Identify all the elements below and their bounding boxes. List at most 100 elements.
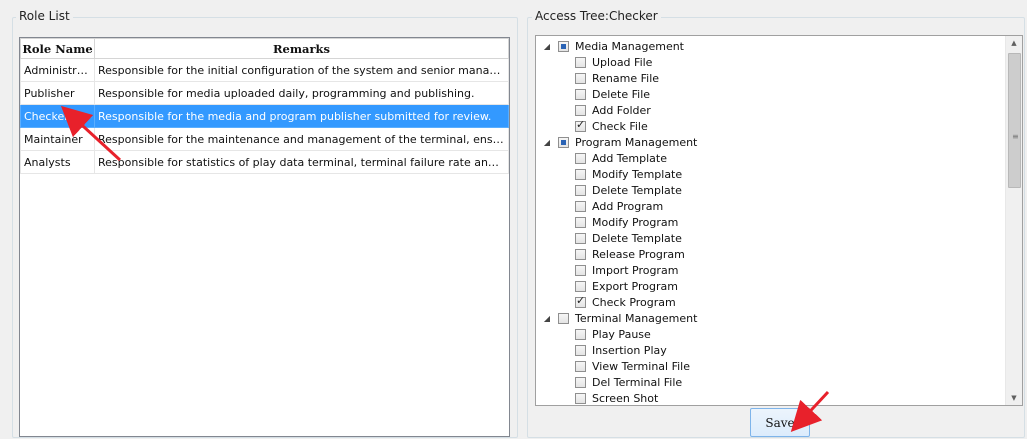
permission-checkbox[interactable] [575, 376, 586, 388]
permission-checkbox[interactable] [575, 56, 586, 68]
permission-checkbox[interactable] [575, 264, 586, 276]
tree-item-label: Del Terminal File [592, 375, 683, 389]
role-name-cell: Maintainer [20, 127, 95, 151]
tree-item-label: Delete Template [592, 231, 682, 245]
scroll-down-arrow-icon[interactable]: ▼ [1006, 391, 1022, 405]
tree-item-node[interactable]: Modify Template [575, 166, 682, 182]
tree-item-node[interactable]: Delete Template [575, 182, 682, 198]
tree-item-node[interactable]: Export Program [575, 278, 678, 294]
tree-group-label: Media Management [575, 39, 684, 53]
tree-item-node[interactable]: Release Program [575, 246, 685, 262]
tree-item-label: Modify Program [592, 215, 679, 229]
permission-checkbox[interactable] [575, 294, 586, 308]
tree-item-label: Export Program [592, 279, 678, 293]
permission-checkbox[interactable] [575, 72, 586, 84]
tree-item-label: Rename File [592, 71, 660, 85]
remarks-cell: Responsible for statistics of play data … [94, 150, 509, 174]
group-checkbox[interactable] [558, 40, 569, 52]
tree-group-label: Terminal Management [575, 311, 698, 325]
tree-item-node[interactable]: Check File [575, 118, 648, 134]
permission-checkbox[interactable] [575, 216, 586, 228]
tree-group-label: Program Management [575, 135, 698, 149]
permission-checkbox[interactable] [575, 344, 586, 356]
scroll-thumb[interactable]: ≡ [1008, 53, 1021, 188]
permission-checkbox[interactable] [575, 118, 586, 132]
permission-checkbox[interactable] [575, 184, 586, 196]
tree-item-node[interactable]: Delete File [575, 86, 650, 102]
tree-item-label: Add Template [592, 151, 667, 165]
tree-item-node[interactable]: Import Program [575, 262, 678, 278]
tree-group-node[interactable]: ◢ Program Management [542, 134, 697, 150]
tree-item-label: Add Program [592, 199, 664, 213]
tree-item-node[interactable]: Rename File [575, 70, 659, 86]
table-row[interactable]: Administrator Responsible for the initial… [20, 58, 509, 82]
tree-item-node[interactable]: Upload File [575, 54, 652, 70]
tree-item-node[interactable]: Add Template [575, 150, 667, 166]
tree-scrollbar[interactable]: ▲ ≡ ▼ [1005, 36, 1022, 405]
tree-item-node[interactable]: Screen Shot [575, 390, 659, 405]
table-row[interactable]: Checker Responsible for the media and pro… [20, 104, 509, 128]
tree-item-label: Upload File [592, 55, 653, 69]
role-name-cell: Publisher [20, 81, 95, 105]
tree-item-node[interactable]: Add Program [575, 198, 663, 214]
remarks-cell: Responsible for the initial configuratio… [94, 58, 509, 82]
role-name-cell: Administrator [20, 58, 95, 82]
access-tree[interactable]: ◢ Media Management Upload File Rename File D… [535, 35, 1023, 406]
table-header-row: Role Name Remarks [20, 38, 509, 59]
role-name-cell: Checker [20, 104, 95, 128]
permission-checkbox[interactable] [575, 280, 586, 292]
grip-icon: ≡ [1012, 132, 1019, 141]
tree-item-label: Delete Template [592, 183, 682, 197]
scroll-up-arrow-icon[interactable]: ▲ [1006, 36, 1022, 50]
tree-item-label: Import Program [592, 263, 679, 277]
role-list-title: Role List [16, 9, 73, 23]
table-row[interactable]: Publisher Responsible for media uploaded … [20, 81, 509, 105]
tree-group-node[interactable]: ◢ Media Management [542, 38, 684, 54]
tree-item-label: Play Pause [592, 327, 651, 341]
permission-checkbox[interactable] [575, 168, 586, 180]
access-tree-title: Access Tree:Checker [532, 9, 661, 23]
permission-checkbox[interactable] [575, 104, 586, 116]
table-row[interactable]: Maintainer Responsible for the maintenanc… [20, 127, 509, 151]
tree-group-node[interactable]: ◢ Terminal Management [542, 310, 698, 326]
permission-checkbox[interactable] [575, 232, 586, 244]
column-header-remarks[interactable]: Remarks [94, 38, 509, 59]
role-table[interactable]: Role Name Remarks Administrator Responsib… [19, 37, 510, 437]
tree-item-node[interactable]: Add Folder [575, 102, 651, 118]
column-header-role-name[interactable]: Role Name [20, 38, 95, 59]
permission-checkbox[interactable] [575, 200, 586, 212]
tree-item-label: Add Folder [592, 103, 651, 117]
triangle-expanded-icon[interactable]: ◢ [542, 42, 552, 51]
permission-checkbox[interactable] [575, 88, 586, 100]
permission-checkbox[interactable] [575, 392, 586, 404]
role-name-cell: Analysts [20, 150, 95, 174]
tree-item-label: Screen Shot [592, 391, 659, 405]
permission-checkbox[interactable] [575, 248, 586, 260]
tree-item-label: Delete File [592, 87, 651, 101]
tree-item-node[interactable]: Modify Program [575, 214, 678, 230]
tree-item-label: Insertion Play [592, 343, 667, 357]
table-row[interactable]: Analysts Responsible for statistics of pl… [20, 150, 509, 174]
permission-checkbox[interactable] [575, 328, 586, 340]
tree-item-label: Modify Template [592, 167, 683, 181]
tree-item-node[interactable]: Del Terminal File [575, 374, 682, 390]
permission-checkbox[interactable] [575, 360, 586, 372]
tree-item-label: View Terminal File [592, 359, 690, 373]
tree-item-node[interactable]: Play Pause [575, 326, 651, 342]
group-checkbox[interactable] [558, 136, 569, 148]
save-button[interactable]: Save [750, 408, 810, 437]
tree-item-node[interactable]: Delete Template [575, 230, 682, 246]
permission-checkbox[interactable] [575, 152, 586, 164]
tree-item-label: Release Program [592, 247, 685, 261]
triangle-expanded-icon[interactable]: ◢ [542, 314, 552, 323]
group-checkbox[interactable] [558, 312, 569, 324]
remarks-cell: Responsible for the media and program pu… [94, 104, 509, 128]
tree-item-label: Check File [592, 119, 648, 133]
tree-item-label: Check Program [592, 295, 676, 309]
tree-item-node[interactable]: View Terminal File [575, 358, 690, 374]
tree-item-node[interactable]: Check Program [575, 294, 676, 310]
remarks-cell: Responsible for the maintenance and mana… [94, 127, 509, 151]
triangle-expanded-icon[interactable]: ◢ [542, 138, 552, 147]
tree-item-node[interactable]: Insertion Play [575, 342, 667, 358]
remarks-cell: Responsible for media uploaded daily, pr… [94, 81, 509, 105]
